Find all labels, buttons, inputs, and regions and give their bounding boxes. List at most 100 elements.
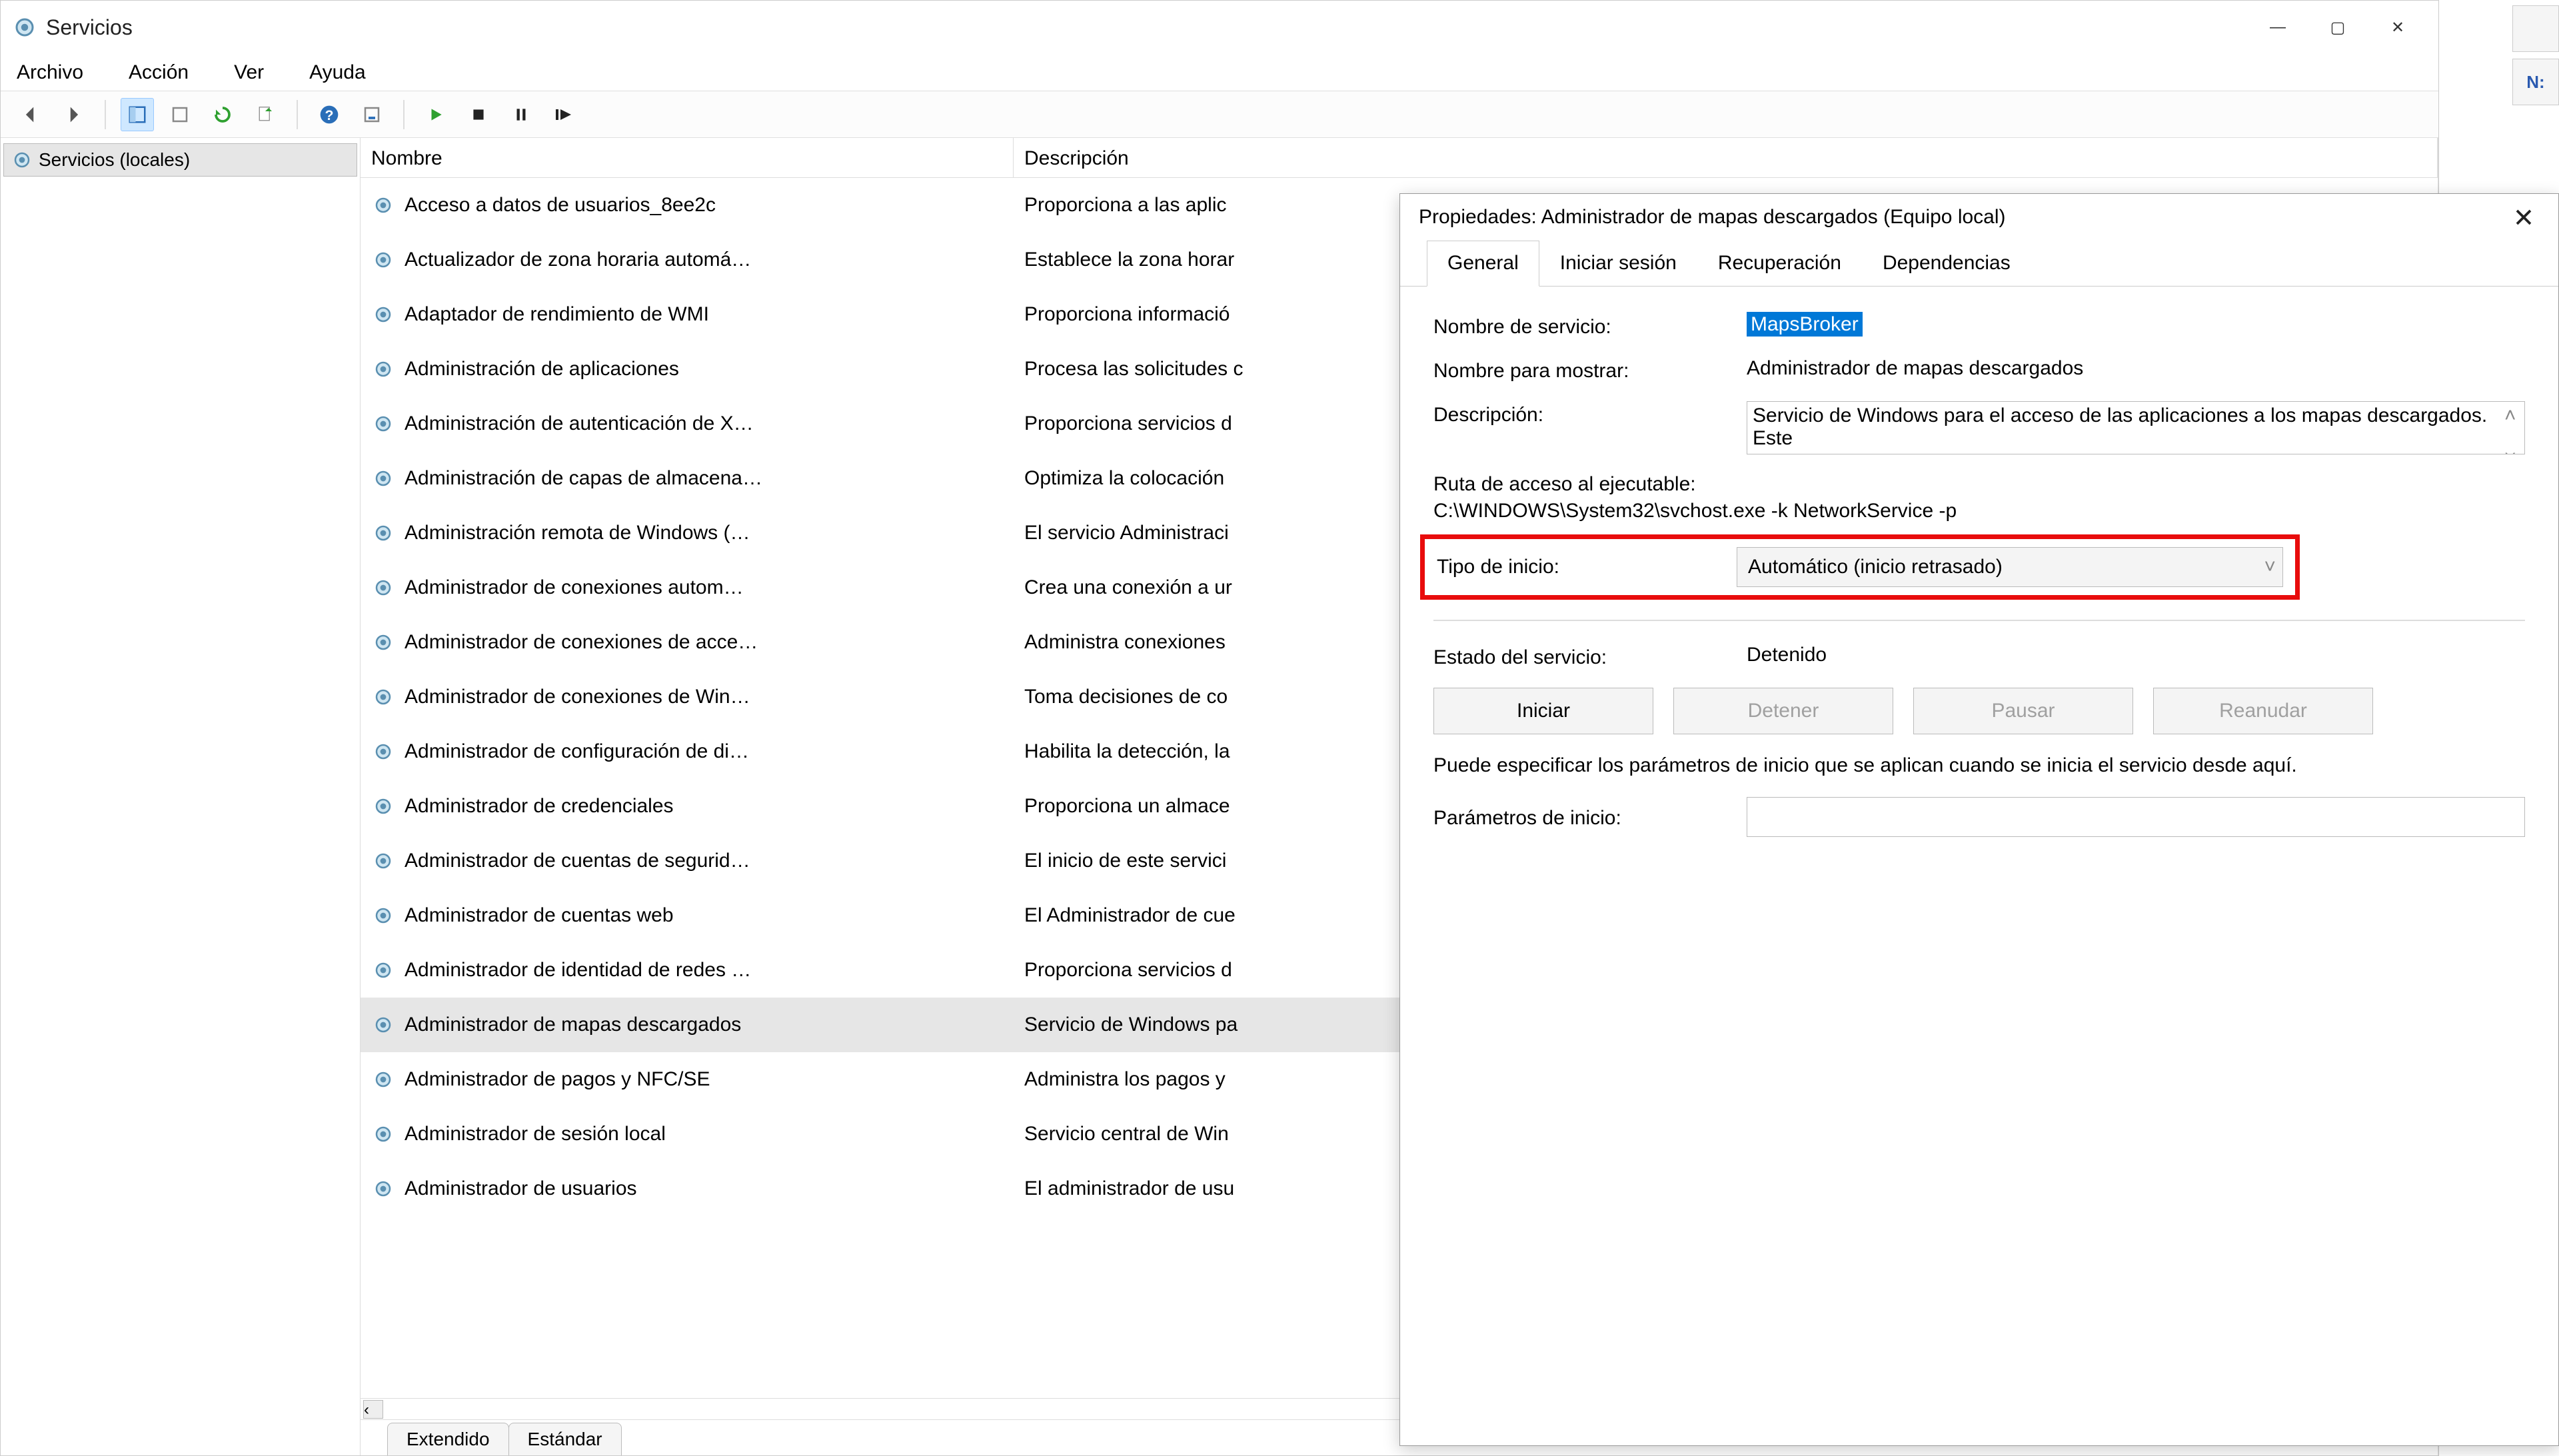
- tab-recovery[interactable]: Recuperación: [1697, 241, 1862, 286]
- services-icon: [11, 14, 38, 41]
- edge-box-1: [2512, 5, 2559, 52]
- gear-icon: [371, 1068, 395, 1092]
- start-button[interactable]: Iniciar: [1433, 688, 1653, 734]
- gear-icon: [371, 303, 395, 327]
- label-service-state: Estado del servicio:: [1433, 644, 1747, 669]
- label-start-params: Parámetros de inicio:: [1433, 804, 1716, 830]
- value-service-name[interactable]: MapsBroker: [1747, 312, 1863, 337]
- show-hide-tree-button[interactable]: [121, 98, 154, 131]
- export-button[interactable]: [249, 98, 282, 131]
- refresh-button[interactable]: [206, 98, 239, 131]
- gear-icon: [371, 740, 395, 764]
- pause-service-button[interactable]: [504, 98, 538, 131]
- service-name: Administrador de conexiones de acce…: [405, 631, 758, 654]
- gear-icon: [371, 248, 395, 272]
- gear-icon: [371, 794, 395, 818]
- service-name: Administrador de sesión local: [405, 1123, 666, 1145]
- label-description: Descripción:: [1433, 401, 1747, 426]
- gear-icon: [371, 521, 395, 545]
- dialog-titlebar: Propiedades: Administrador de mapas desc…: [1400, 194, 2558, 241]
- service-name: Administrador de mapas descargados: [405, 1014, 741, 1036]
- service-name: Administración de autenticación de X…: [405, 412, 754, 435]
- stop-service-button[interactable]: [462, 98, 495, 131]
- window-title: Servicios: [46, 15, 133, 40]
- tree-pane: Servicios (locales): [1, 138, 361, 1455]
- menu-archivo[interactable]: Archivo: [14, 57, 86, 88]
- tab-standard[interactable]: Estándar: [508, 1423, 622, 1455]
- value-service-state: Detenido: [1747, 644, 2525, 666]
- service-name: Administración de aplicaciones: [405, 358, 679, 380]
- tab-logon[interactable]: Iniciar sesión: [1539, 241, 1697, 286]
- service-name: Administrador de configuración de di…: [405, 740, 749, 763]
- resume-button: Reanudar: [2153, 688, 2373, 734]
- scrollbar-left-button[interactable]: ‹: [363, 1400, 383, 1419]
- extra-toolbar-button[interactable]: [355, 98, 389, 131]
- menu-ayuda[interactable]: Ayuda: [307, 57, 369, 88]
- gear-icon: [371, 630, 395, 654]
- value-startup-type: Automático (inicio retrasado): [1748, 556, 2003, 578]
- value-exe-path: C:\WINDOWS\System32\svchost.exe -k Netwo…: [1433, 500, 2525, 522]
- service-name: Administrador de usuarios: [405, 1177, 637, 1200]
- value-display-name: Administrador de mapas descargados: [1747, 357, 2525, 380]
- gear-icon: [371, 1177, 395, 1201]
- back-button[interactable]: [14, 98, 47, 131]
- service-name: Adaptador de rendimiento de WMI: [405, 303, 709, 326]
- gear-icon: [371, 685, 395, 709]
- properties-toolbar-button[interactable]: [163, 98, 197, 131]
- properties-dialog: Propiedades: Administrador de mapas desc…: [1399, 193, 2559, 1446]
- start-service-button[interactable]: [419, 98, 452, 131]
- help-button[interactable]: ?: [313, 98, 346, 131]
- service-name: Acceso a datos de usuarios_8ee2c: [405, 194, 716, 217]
- tab-extended[interactable]: Extendido: [387, 1423, 509, 1455]
- gear-icon: [371, 1013, 395, 1037]
- edge-box-2: N:: [2512, 59, 2559, 105]
- service-name: Administrador de cuentas web: [405, 904, 674, 927]
- maximize-button[interactable]: ▢: [2308, 7, 2368, 47]
- description-box[interactable]: Servicio de Windows para el acceso de la…: [1747, 401, 2525, 454]
- label-startup-type: Tipo de inicio:: [1437, 556, 1737, 578]
- start-params-input[interactable]: [1747, 797, 2525, 837]
- service-name: Administración de capas de almacena…: [405, 467, 762, 490]
- gear-icon: [371, 1122, 395, 1146]
- forward-button[interactable]: [57, 98, 90, 131]
- gear-icon: [371, 849, 395, 873]
- gear-icon: [371, 193, 395, 217]
- titlebar: Servicios — ▢ ✕: [1, 1, 2438, 54]
- startup-type-highlight: Tipo de inicio: Automático (inicio retra…: [1420, 534, 2300, 600]
- tab-general[interactable]: General: [1427, 241, 1539, 287]
- service-name: Administrador de credenciales: [405, 795, 674, 818]
- dialog-tabs: General Iniciar sesión Recuperación Depe…: [1400, 241, 2558, 287]
- service-name: Administrador de cuentas de segurid…: [405, 850, 750, 872]
- svg-text:?: ?: [325, 107, 333, 123]
- tree-root-label: Servicios (locales): [39, 149, 190, 171]
- menu-accion[interactable]: Acción: [126, 57, 191, 88]
- service-name: Administración remota de Windows (…: [405, 522, 750, 544]
- column-description[interactable]: Descripción: [1014, 138, 2438, 177]
- pause-button: Pausar: [1913, 688, 2133, 734]
- gear-icon: [371, 357, 395, 381]
- label-exe-path: Ruta de acceso al ejecutable:: [1433, 473, 2525, 496]
- start-params-hint: Puede especificar los parámetros de inic…: [1433, 754, 2525, 777]
- label-display-name: Nombre para mostrar:: [1433, 357, 1747, 382]
- gear-icon: [371, 412, 395, 436]
- column-name[interactable]: Nombre: [361, 138, 1014, 177]
- startup-type-combo[interactable]: Automático (inicio retrasado) ˅: [1737, 547, 2283, 587]
- minimize-button[interactable]: —: [2248, 7, 2308, 47]
- list-header: Nombre Descripción: [361, 138, 2438, 178]
- gear-icon: [371, 904, 395, 928]
- menubar: Archivo Acción Ver Ayuda: [1, 54, 2438, 91]
- chevron-down-icon: ˅: [2264, 556, 2276, 578]
- services-tree-icon: [12, 150, 32, 170]
- menu-ver[interactable]: Ver: [231, 57, 267, 88]
- gear-icon: [371, 958, 395, 982]
- tree-root-node[interactable]: Servicios (locales): [3, 143, 357, 177]
- service-name: Administrador de conexiones autom…: [405, 576, 744, 599]
- service-name: Administrador de conexiones de Win…: [405, 686, 750, 708]
- dialog-title: Propiedades: Administrador de mapas desc…: [1419, 206, 2006, 229]
- close-button[interactable]: ✕: [2368, 7, 2428, 47]
- toolbar: ?: [1, 91, 2438, 138]
- stop-button: Detener: [1673, 688, 1893, 734]
- service-name: Administrador de pagos y NFC/SE: [405, 1068, 710, 1091]
- restart-service-button[interactable]: [547, 98, 580, 131]
- tab-dependencies[interactable]: Dependencias: [1862, 241, 2031, 286]
